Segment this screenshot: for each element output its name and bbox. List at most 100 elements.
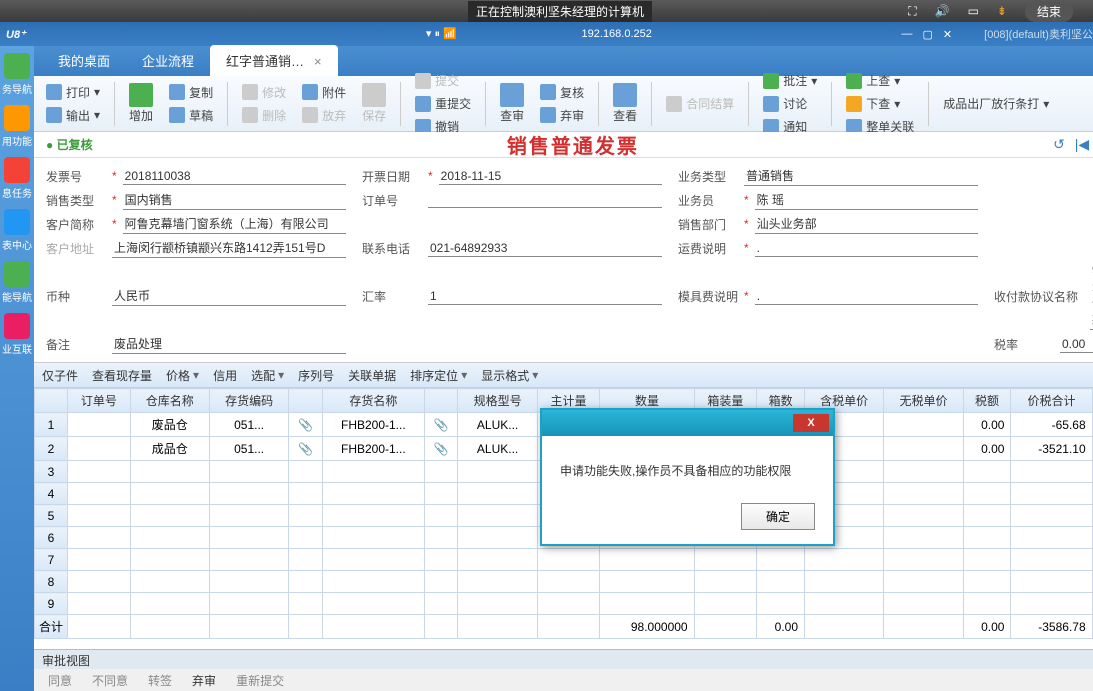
col-header[interactable]: 税额 [963,389,1011,413]
attach-button[interactable]: 附件 [296,82,352,103]
contract-button[interactable]: 合同结算 [660,93,740,114]
sidebar-item-report[interactable]: 表中心 [0,206,34,254]
check-button[interactable]: 查看 [607,81,643,126]
fullscreen-icon[interactable]: ⛶ [908,4,916,19]
table-row[interactable]: 9 [35,593,1093,615]
resubmit-button[interactable]: 重提交 [409,93,477,114]
barcode-button[interactable]: 成品出厂放行条打 ▾ [937,93,1055,114]
sort-dropdown[interactable]: 排序定位 [410,367,467,384]
abandon-button[interactable]: 弃审 [534,105,590,126]
sidebar-item-nav[interactable]: 务导航 [0,50,34,98]
option-dropdown[interactable]: 选配 [251,367,284,384]
addr-field[interactable]: 上海闵行颛桥镇颛兴东路1412弄151号D [112,238,346,258]
rate-field[interactable]: 1 [428,288,662,305]
submit-button[interactable]: 提交 [409,70,477,91]
col-header[interactable]: 存货名称 [322,389,425,413]
memo-field[interactable]: 废品处理 [112,334,346,354]
col-header[interactable]: 无税单价 [884,389,963,413]
transfer-button[interactable]: 转签 [148,672,172,688]
save-button[interactable]: 保存 [356,81,392,126]
dialog-ok-button[interactable]: 确定 [741,503,815,530]
disagree-button[interactable]: 不同意 [92,672,128,688]
minimize-icon[interactable]: — [902,28,913,41]
status-line: ● 已复核 销售普通发票 ↺ |◀ ◀ [34,132,1093,158]
tel-field[interactable]: 021-64892933 [428,240,662,257]
tab-process[interactable]: 企业流程 [126,45,210,76]
col-header[interactable]: 存货编码 [209,389,288,413]
tab-bar: 我的桌面 企业流程 红字普通销…× [34,46,1093,76]
col-header[interactable] [425,389,458,413]
order-no-field[interactable] [428,192,662,208]
close-icon[interactable]: ✕ [943,28,952,41]
customer-field[interactable]: 阿鲁克幕墙门窗系统（上海）有限公司 [123,214,346,234]
only-sub-button[interactable]: 仅子件 [42,367,78,384]
sidebar-item-connect[interactable]: 业互联 [0,310,34,358]
remote-msg: 正在控制澳利坚朱经理的计算机 [468,1,652,22]
discuss-button[interactable]: 讨论 [757,93,823,114]
release-button[interactable]: 放弃 [296,105,352,126]
sidebar: 务导航 用功能 息任务 表中心 能导航 业互联 [0,46,34,691]
modify-button[interactable]: 修改 [236,82,292,103]
sidebar-item-smart[interactable]: 能导航 [0,258,34,306]
col-header[interactable]: 仓库名称 [130,389,209,413]
error-dialog: X 申请功能失败,操作员不具备相应的功能权限 确定 [540,408,835,546]
related-button[interactable]: 关联单据 [348,367,396,384]
col-header[interactable]: 价税合计 [1011,389,1092,413]
refresh-icon[interactable]: ↺ [1053,136,1065,153]
sum-row: 合计98.0000000.000.00-3586.78 [35,615,1093,639]
dept-field[interactable]: 汕头业务部 [755,214,978,234]
abandon-approval-button[interactable]: 弃审 [192,672,216,688]
pin-icon[interactable]: ⇟ [997,4,1007,18]
currency-field[interactable]: 人民币 [112,286,346,306]
copy-button[interactable]: 复制 [163,82,219,103]
stock-button[interactable]: 查看现存量 [92,367,152,384]
credit-button[interactable]: 信用 [213,367,237,384]
tax-field[interactable]: 0.00 [1060,336,1093,353]
mold-field[interactable]: . [755,288,978,305]
last-button[interactable]: 下查 ▾ [840,93,920,114]
display-dropdown[interactable]: 显示格式 [481,367,538,384]
tab-desktop[interactable]: 我的桌面 [42,45,126,76]
col-header[interactable]: 规格型号 [458,389,537,413]
add-button[interactable]: 增加 [123,81,159,126]
tab-red-invoice[interactable]: 红字普通销…× [210,45,338,76]
dialog-close-button[interactable]: X [793,414,829,432]
tab-close-icon[interactable]: × [314,54,322,69]
reviewed-badge: ● 已复核 [46,136,93,153]
table-row[interactable]: 7 [35,549,1093,571]
col-header[interactable]: 订单号 [68,389,131,413]
sales-field[interactable]: 陈 瑶 [755,190,978,210]
col-header[interactable] [35,389,68,413]
col-header[interactable] [289,389,322,413]
biz-type-field[interactable]: 普通销售 [744,166,978,186]
review-button[interactable]: 查审 [494,81,530,126]
approve-button[interactable]: 批注 ▾ [757,70,823,91]
resubmit-approval-button[interactable]: 重新提交 [236,672,284,688]
serial-button[interactable]: 序列号 [298,367,334,384]
recheck-button[interactable]: 复核 [534,82,590,103]
invoice-no-field[interactable]: 2018110038 [123,168,346,185]
freight-field[interactable]: . [755,240,978,257]
window-icon[interactable]: ▭ [968,4,979,18]
price-dropdown[interactable]: 价格 [166,367,199,384]
draft-button[interactable]: 草稿 [163,105,219,126]
session-info: [008](default)奥利坚公 [984,26,1093,42]
output-button[interactable]: 输出 ▾ [40,105,106,126]
sidebar-item-task[interactable]: 息任务 [0,154,34,202]
first-page-icon[interactable]: |◀ [1075,136,1089,153]
print-button[interactable]: 打印 ▾ [40,82,106,103]
app-logo: U8⁺ [6,28,26,41]
maximize-icon[interactable]: ▢ [923,28,933,41]
delete-button[interactable]: 删除 [236,105,292,126]
ip-address: 192.168.0.252 [582,28,652,40]
end-button[interactable]: 结束 [1025,1,1073,22]
sale-type-field[interactable]: 国内销售 [123,190,346,210]
approval-actions: 同意 不同意 转签 弃审 重新提交 [34,669,1093,691]
invoice-date-field[interactable]: 2018-11-15 [439,168,662,185]
sound-icon[interactable]: 🔊 [935,4,950,18]
doc-title: 销售普通发票 [507,130,639,159]
table-row[interactable]: 8 [35,571,1093,593]
first-button[interactable]: 上查 ▾ [840,70,920,91]
agree-button[interactable]: 同意 [48,672,72,688]
sidebar-item-func[interactable]: 用功能 [0,102,34,150]
